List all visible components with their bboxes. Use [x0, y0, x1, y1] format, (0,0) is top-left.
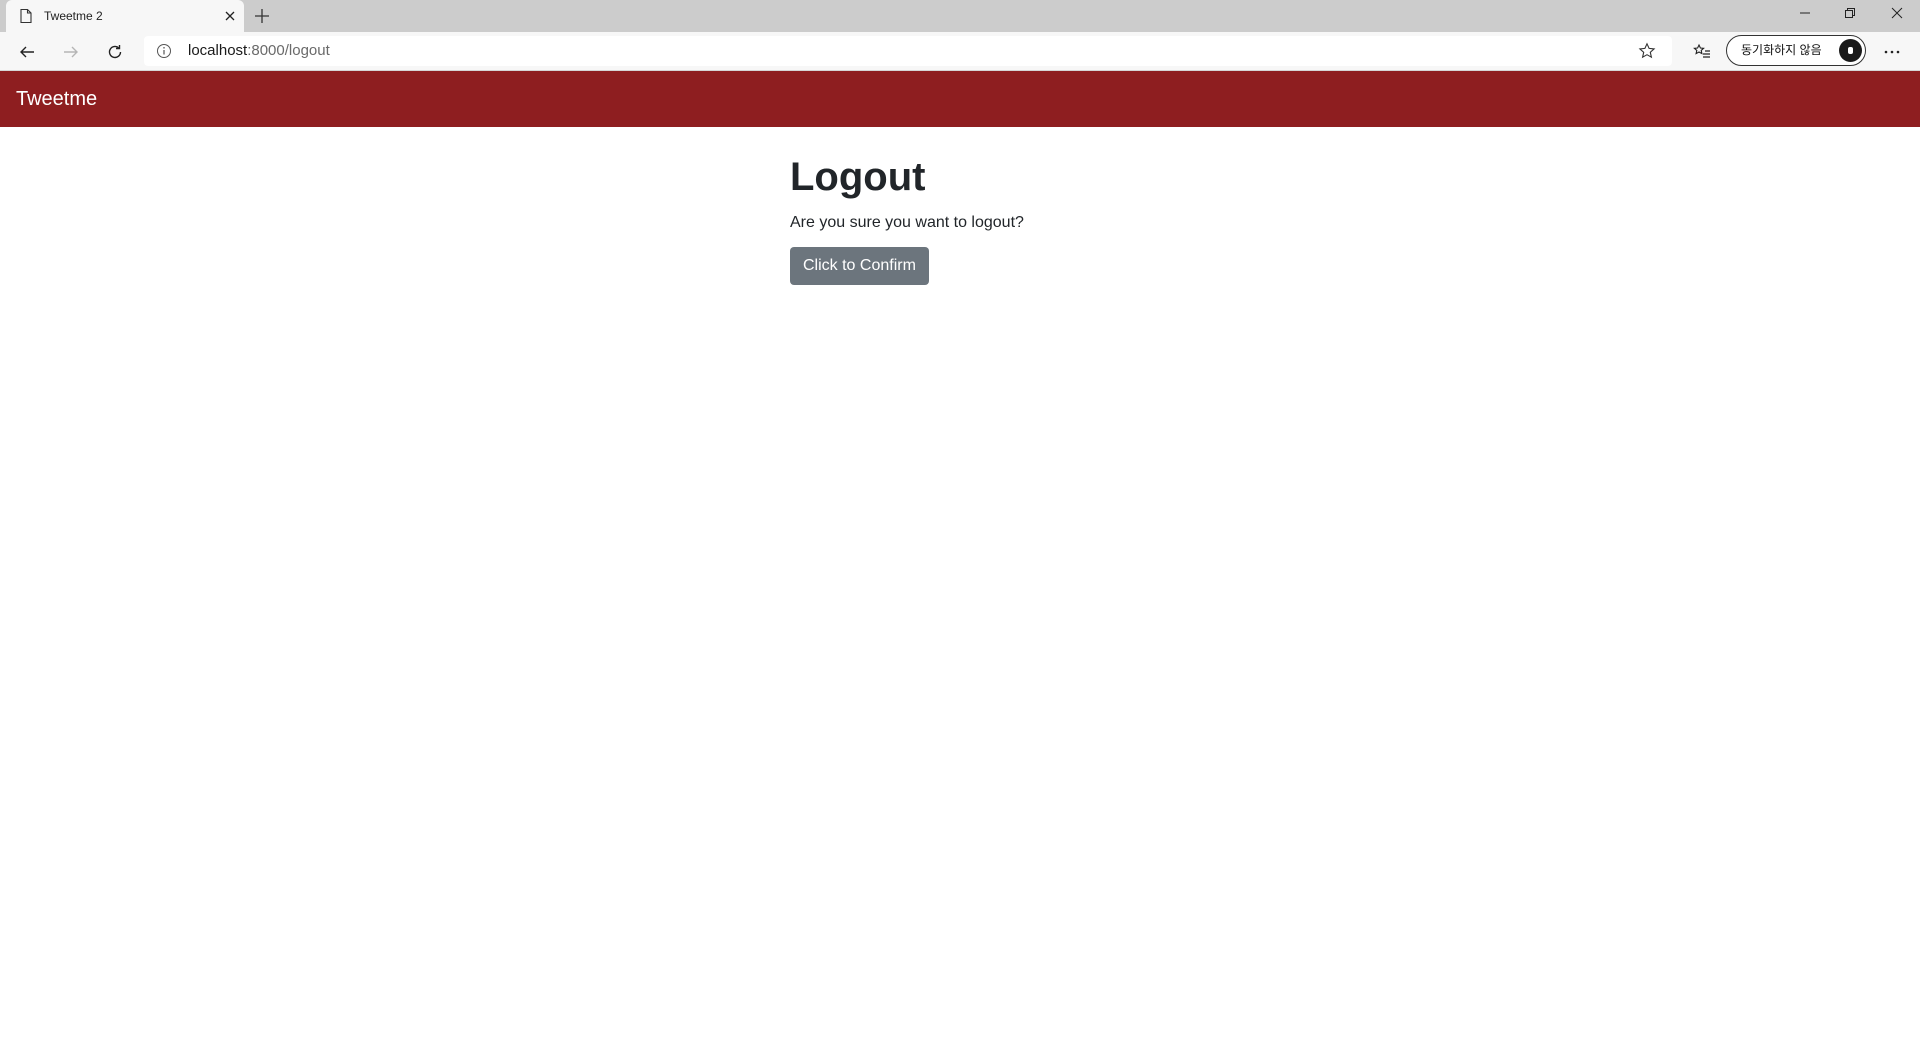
profile-sync-button[interactable]: 동기화하지 않음 [1726, 35, 1866, 66]
address-bar[interactable]: localhost:8000/logout [144, 36, 1672, 66]
star-icon[interactable] [1638, 42, 1656, 60]
reload-icon[interactable] [101, 38, 129, 66]
confirm-logout-button[interactable]: Click to Confirm [790, 247, 929, 285]
page-icon [18, 8, 34, 24]
avatar-icon [1839, 39, 1862, 62]
sync-status-label: 동기화하지 않음 [1741, 43, 1822, 57]
back-arrow-icon[interactable] [13, 38, 41, 66]
brand-link[interactable]: Tweetme [16, 71, 97, 127]
page-title: Logout [790, 155, 926, 199]
url-host: localhost [188, 42, 248, 59]
logout-prompt: Are you sure you want to logout? [790, 214, 1024, 231]
forward-arrow-icon[interactable] [57, 38, 85, 66]
browser-toolbar: localhost:8000/logout 동기화하지 않음 [0, 32, 1920, 71]
more-icon[interactable] [1878, 38, 1906, 66]
url-text[interactable]: localhost:8000/logout [188, 36, 330, 66]
logout-container: Logout Are you sure you want to logout? … [790, 150, 1390, 285]
minimize-icon[interactable] [1782, 0, 1828, 26]
plus-icon[interactable] [250, 4, 274, 28]
favorites-icon[interactable] [1688, 38, 1716, 66]
close-icon[interactable] [222, 8, 238, 24]
tab-title: Tweetme 2 [44, 9, 103, 23]
info-icon[interactable] [156, 43, 172, 59]
site-navbar: Tweetme [0, 71, 1920, 127]
window-close-icon[interactable] [1874, 0, 1920, 26]
tab-strip: Tweetme 2 [0, 0, 1920, 32]
browser-tab[interactable]: Tweetme 2 [6, 0, 244, 32]
url-path: :8000/logout [247, 42, 330, 59]
restore-icon[interactable] [1827, 0, 1873, 26]
